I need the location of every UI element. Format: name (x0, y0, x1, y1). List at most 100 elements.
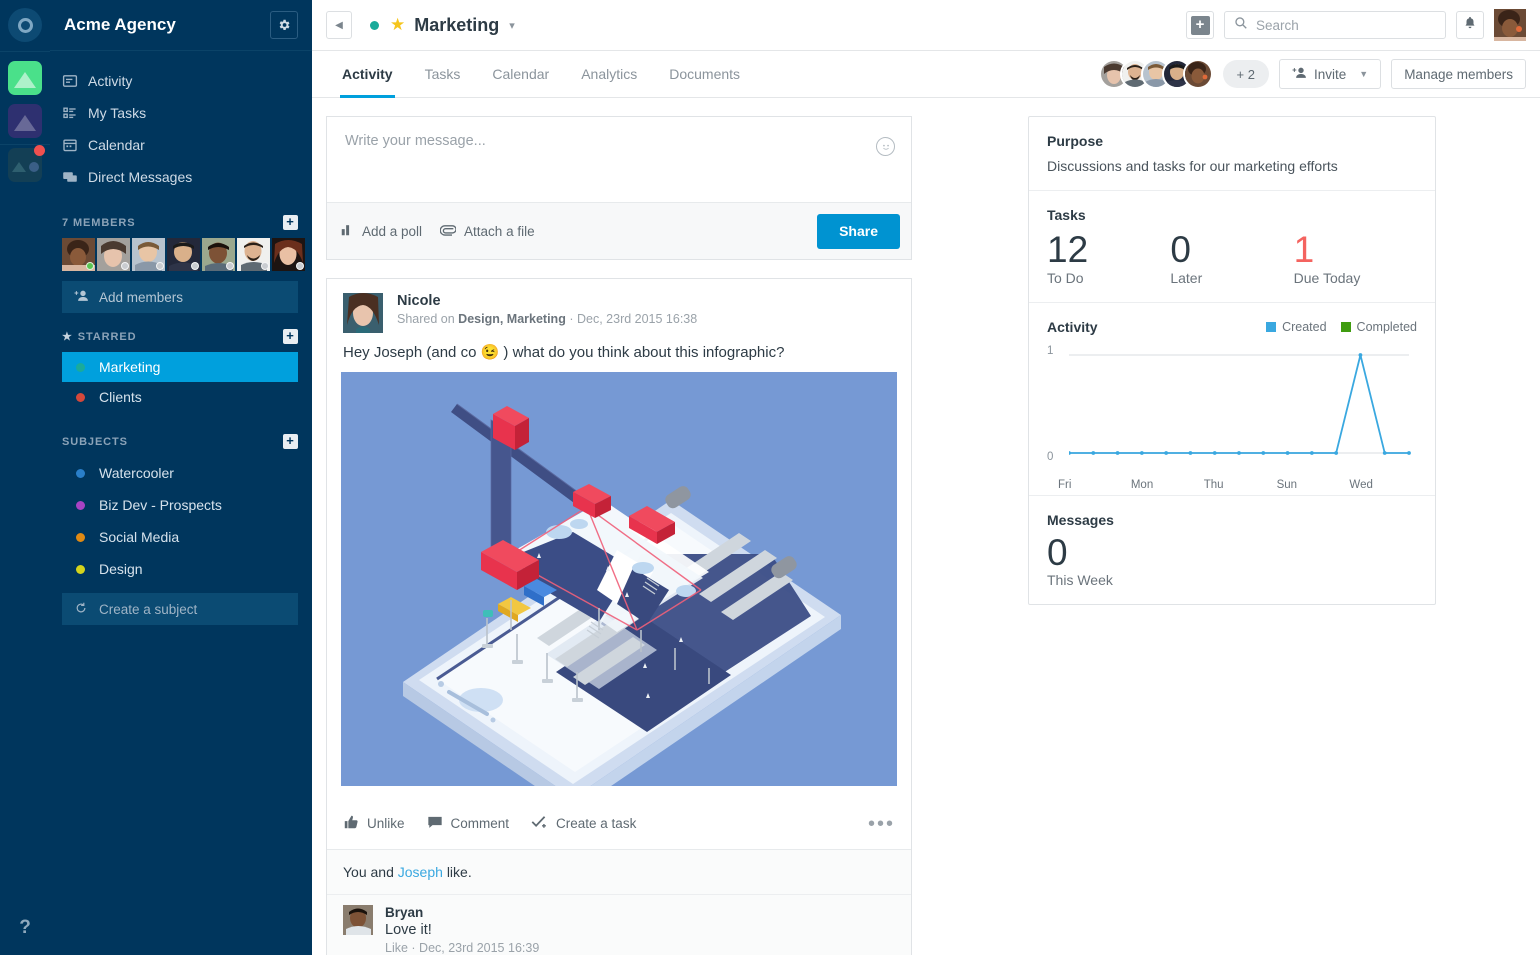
search-box[interactable] (1224, 11, 1446, 39)
notifications-button[interactable] (1456, 11, 1484, 39)
add-members-button[interactable]: Add members (62, 281, 298, 313)
add-button[interactable]: + (1186, 11, 1214, 39)
stat-todo[interactable]: 12 To Do (1047, 229, 1170, 286)
composer-input-area[interactable]: Write your message... (327, 117, 911, 202)
member-avatar-stack[interactable] (1098, 59, 1213, 89)
legend-completed[interactable]: Completed (1340, 319, 1417, 334)
comment-author: Bryan (385, 905, 424, 920)
unlike-button[interactable]: Unlike (343, 814, 405, 833)
tasks-title: Tasks (1047, 207, 1086, 223)
activity-feed: Write your message... Add a poll Attach … (312, 98, 1022, 955)
channel-color-dot (76, 362, 85, 372)
sidebar-item-clients[interactable]: Clients (62, 382, 298, 412)
add-poll-label: Add a poll (362, 223, 423, 239)
legend-label: Completed (1356, 319, 1417, 334)
subject-color-dot (76, 564, 85, 574)
sidebar-item-activity[interactable]: Activity (50, 65, 312, 97)
sidebar-item-biz-dev-prospects[interactable]: Biz Dev - Prospects (62, 489, 298, 521)
comment-button[interactable]: Comment (427, 814, 509, 833)
sidebar-item-label: Direct Messages (88, 169, 193, 185)
activity-chart[interactable]: 1 0 Fri Mon Thu Sun Wed (1047, 345, 1417, 491)
members-section-header: 7 MEMBERS + (50, 199, 312, 238)
post-submeta: Shared on Design, Marketing · Dec, 23rd … (397, 312, 698, 326)
member-overflow-count[interactable]: + 2 (1222, 60, 1269, 88)
sidebar-item-social-media[interactable]: Social Media (62, 521, 298, 553)
circle-logo-icon[interactable] (8, 8, 42, 42)
add-poll-button[interactable]: Add a poll (340, 223, 422, 240)
sidebar-item-marketing[interactable]: Marketing (62, 352, 298, 382)
app-tile-purple[interactable] (8, 104, 42, 138)
app-rail: ? (0, 0, 50, 955)
page-title: Marketing (414, 14, 500, 35)
share-button[interactable]: Share (817, 213, 900, 249)
project-status-dot (370, 20, 379, 30)
tab-documents[interactable]: Documents (653, 51, 756, 97)
avatar[interactable] (62, 238, 95, 271)
stat-later[interactable]: 0 Later (1170, 229, 1293, 286)
top-bar-actions: + (1186, 9, 1526, 41)
add-member-plus-icon[interactable]: + (283, 215, 298, 230)
rail-divider-2 (0, 144, 50, 145)
emoji-smiley-icon[interactable] (876, 137, 895, 156)
purpose-text: Discussions and tasks for our marketing … (1047, 158, 1338, 174)
invite-label: Invite (1313, 66, 1347, 82)
invite-button[interactable]: Invite ▼ (1278, 59, 1382, 89)
post-image[interactable] (341, 372, 897, 786)
chevron-down-icon[interactable]: ▾ (509, 19, 515, 32)
add-starred-plus-icon[interactable]: + (283, 329, 298, 344)
sidebar-nav: Activity My Tasks Calendar Direct Messag… (50, 51, 312, 199)
legend-swatch (1340, 321, 1351, 332)
app-tile-green[interactable] (8, 61, 42, 95)
sidebar-item-calendar[interactable]: Calendar (50, 129, 312, 161)
more-horizontal-icon[interactable]: ••• (868, 814, 895, 834)
chart-legend: Created Completed (1266, 320, 1417, 334)
sidebar: Acme Agency Activity My Tasks Calendar D… (50, 0, 312, 955)
subject-label: Design (99, 561, 143, 577)
status-dot (261, 262, 269, 270)
gear-icon[interactable] (270, 11, 298, 39)
manage-members-button[interactable]: Manage members (1391, 59, 1526, 89)
sidebar-item-design[interactable]: Design (62, 553, 298, 585)
tab-tasks[interactable]: Tasks (409, 51, 477, 97)
attach-file-button[interactable]: Attach a file (439, 223, 535, 240)
star-icon[interactable]: ★ (390, 15, 405, 35)
avatar[interactable] (132, 238, 165, 271)
avatar[interactable] (202, 238, 235, 271)
status-dot (191, 262, 199, 270)
tab-calendar[interactable]: Calendar (476, 51, 565, 97)
avatar[interactable] (343, 293, 383, 333)
search-input[interactable] (1256, 17, 1436, 33)
tab-activity[interactable]: Activity (326, 51, 409, 98)
app-root: ? Acme Agency Activity My Tasks Calendar… (0, 0, 1540, 955)
starred-label: ★ STARRED (62, 331, 137, 343)
help-button[interactable]: ? (0, 917, 50, 939)
bar-chart-icon (340, 223, 354, 240)
chevron-left-icon[interactable]: ◀ (326, 11, 352, 39)
members-count-label: 7 MEMBERS (62, 216, 136, 229)
avatar[interactable] (167, 238, 200, 271)
user-avatar[interactable] (1494, 9, 1526, 41)
tab-analytics[interactable]: Analytics (565, 51, 653, 97)
avatar[interactable] (97, 238, 130, 271)
avatar[interactable] (272, 238, 305, 271)
activity-section: Activity Created Completed 1 0 Fri Mon T… (1029, 301, 1435, 495)
subject-color-dot (76, 468, 85, 478)
create-task-button[interactable]: Create a task (531, 814, 636, 833)
likes-user-link[interactable]: Joseph (398, 864, 443, 880)
stat-due-today[interactable]: 1 Due Today (1294, 229, 1417, 286)
avatar[interactable] (237, 238, 270, 271)
project-info-panel: Purpose Discussions and tasks for our ma… (1022, 98, 1540, 955)
create-subject-button[interactable]: Create a subject (62, 593, 298, 625)
sidebar-item-watercooler[interactable]: Watercooler (62, 457, 298, 489)
status-dot (226, 262, 234, 270)
avatar[interactable] (343, 905, 373, 935)
sidebar-item-direct-messages[interactable]: Direct Messages (50, 161, 312, 193)
attach-file-label: Attach a file (464, 223, 535, 239)
create-subject-label: Create a subject (99, 601, 198, 617)
sidebar-item-my-tasks[interactable]: My Tasks (50, 97, 312, 129)
legend-created[interactable]: Created (1266, 320, 1327, 334)
status-dot (156, 262, 164, 270)
x-tick-label: Wed (1349, 478, 1373, 491)
add-person-icon (74, 289, 89, 306)
add-subject-plus-icon[interactable]: + (283, 434, 298, 449)
